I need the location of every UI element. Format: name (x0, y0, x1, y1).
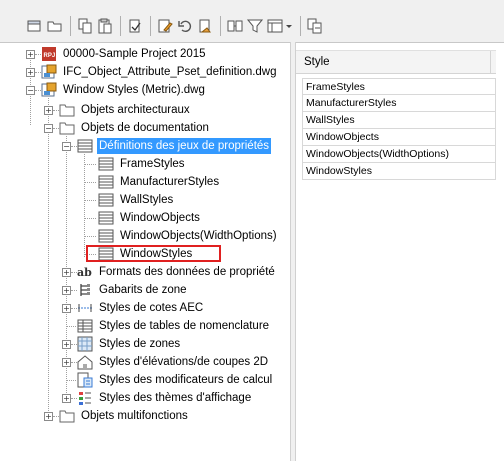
style-tree: + RPJ 00000-Sample Project 2015 + IFC_Ob… (20, 44, 290, 461)
project-label: 00000-Sample Project 2015 (63, 48, 206, 60)
sync-icon[interactable] (306, 17, 324, 35)
edit-style-icon[interactable] (156, 17, 174, 35)
undo-icon[interactable] (176, 17, 194, 35)
project-icon: RPJ (41, 46, 57, 62)
expand-property-formats-icon[interactable]: + (62, 268, 71, 277)
expand-ifc-icon[interactable]: + (26, 68, 35, 77)
list-item[interactable]: ManufacturerStyles (302, 95, 496, 112)
paste-icon[interactable] (96, 17, 114, 35)
section-styles-label: Styles d'élévations/de coupes 2D (99, 356, 269, 368)
property-set-icon (98, 192, 114, 208)
tree-item-calc-modifier-styles[interactable]: Styles des modificateurs de calcul (77, 371, 274, 389)
view-icon[interactable] (266, 17, 294, 35)
zone-templates-label: Gabarits de zone (99, 284, 187, 296)
zone-template-icon (77, 282, 93, 298)
tree-item-property-set-definitions[interactable]: Définitions des jeux de propriétés (77, 137, 272, 155)
tree-item-window-styles-drawing[interactable]: Window Styles (Metric).dwg (41, 81, 207, 99)
windowstyles-highlight (86, 245, 221, 262)
list-item[interactable]: WindowStyles (302, 163, 496, 180)
new-icon[interactable] (26, 17, 44, 35)
open-icon[interactable] (46, 17, 64, 35)
filter-icon[interactable] (246, 17, 264, 35)
schedule-table-icon (77, 318, 93, 334)
expand-section-styles-icon[interactable]: + (62, 358, 71, 367)
drawing-icon (41, 64, 57, 80)
ifc-drawing-label: IFC_Object_Attribute_Pset_definition.dwg (63, 66, 277, 78)
wallstyles-label: WallStyles (120, 194, 174, 206)
copy-icon[interactable] (76, 17, 94, 35)
svg-text:ab: ab (77, 266, 92, 279)
display-theme-icon (77, 390, 93, 406)
expand-project-icon[interactable]: + (26, 50, 35, 59)
tree-item-zone-templates[interactable]: Gabarits de zone (77, 281, 189, 299)
collapse-pset-icon[interactable]: − (62, 142, 71, 151)
tree-item-framestyles[interactable]: FrameStyles (98, 155, 187, 173)
svg-text:RPJ: RPJ (44, 53, 56, 59)
import-icon[interactable] (196, 17, 214, 35)
calc-modifier-icon (77, 372, 93, 388)
list-item[interactable]: FrameStyles (302, 78, 496, 95)
property-set-icon (98, 210, 114, 226)
manufacturerstyles-label: ManufacturerStyles (120, 176, 220, 188)
expand-display-themes-icon[interactable]: + (62, 394, 71, 403)
compare-icon[interactable] (226, 17, 244, 35)
property-set-definitions-label: Définitions des jeux de propriétés (97, 138, 272, 154)
purge-icon[interactable] (126, 17, 144, 35)
property-set-icon (98, 156, 114, 172)
dimension-styles-label: Styles de cotes AEC (99, 302, 204, 314)
tree-item-schedule-table-styles[interactable]: Styles de tables de nomenclature (77, 317, 271, 335)
expand-zone-templates-icon[interactable]: + (62, 286, 71, 295)
list-item[interactable]: WindowObjects (302, 129, 496, 146)
toolbar (0, 0, 504, 43)
section-style-icon (77, 354, 93, 370)
drawing-icon (41, 82, 57, 98)
collapse-window-styles-icon[interactable]: − (26, 86, 35, 95)
expand-arch-objects-icon[interactable]: + (44, 106, 53, 115)
list-item[interactable]: WallStyles (302, 112, 496, 129)
calc-modifier-styles-label: Styles des modificateurs de calcul (99, 374, 273, 386)
style-list-pane: Style FrameStyles ManufacturerStyles Wal… (296, 44, 504, 461)
folder-icon (59, 408, 75, 424)
multi-objects-label: Objets multifonctions (81, 410, 188, 422)
tree-item-project[interactable]: RPJ 00000-Sample Project 2015 (41, 45, 208, 63)
tree-item-arch-objects[interactable]: Objets architecturaux (59, 101, 192, 119)
windowobjects-label: WindowObjects (120, 212, 200, 224)
tree-item-dimension-styles[interactable]: Styles de cotes AEC (77, 299, 205, 317)
tree-item-wallstyles[interactable]: WallStyles (98, 191, 175, 209)
tree-item-zone-styles[interactable]: Styles de zones (77, 335, 182, 353)
window-styles-drawing-label: Window Styles (Metric).dwg (63, 84, 205, 96)
property-formats-label: Formats des données de propriété (99, 266, 275, 278)
property-set-icon (98, 228, 114, 244)
expand-multi-objects-icon[interactable]: + (44, 412, 53, 421)
expand-zone-styles-icon[interactable]: + (62, 340, 71, 349)
folder-open-icon (59, 120, 75, 136)
windowobjects-widthoptions-label: WindowObjects(WidthOptions) (120, 230, 277, 242)
arch-objects-label: Objets architecturaux (81, 104, 190, 116)
property-format-icon: ab (77, 264, 93, 280)
style-column-header-label: Style (304, 56, 330, 68)
property-set-icon (98, 174, 114, 190)
style-column-header[interactable]: Style (296, 50, 496, 74)
tree-item-multi-objects[interactable]: Objets multifonctions (59, 407, 190, 425)
tree-item-doc-objects[interactable]: Objets de documentation (59, 119, 211, 137)
schedule-table-styles-label: Styles de tables de nomenclature (99, 320, 270, 332)
tree-item-windowobjects-widthoptions[interactable]: WindowObjects(WidthOptions) (98, 227, 279, 245)
zone-styles-label: Styles de zones (99, 338, 181, 350)
tree-item-property-formats[interactable]: ab Formats des données de propriété (77, 263, 277, 281)
tree-item-manufacturerstyles[interactable]: ManufacturerStyles (98, 173, 221, 191)
zone-style-icon (77, 336, 93, 352)
dimension-style-icon (77, 300, 93, 316)
folder-icon (59, 102, 75, 118)
doc-objects-label: Objets de documentation (81, 122, 209, 134)
tree-item-display-themes[interactable]: Styles des thèmes d'affichage (77, 389, 253, 407)
property-set-icon (77, 138, 93, 154)
framestyles-label: FrameStyles (120, 158, 185, 170)
tree-item-ifc-drawing[interactable]: IFC_Object_Attribute_Pset_definition.dwg (41, 63, 279, 81)
expand-dimension-styles-icon[interactable]: + (62, 304, 71, 313)
tree-item-windowobjects[interactable]: WindowObjects (98, 209, 202, 227)
tree-item-section-styles[interactable]: Styles d'élévations/de coupes 2D (77, 353, 270, 371)
display-themes-label: Styles des thèmes d'affichage (99, 392, 252, 404)
collapse-doc-objects-icon[interactable]: − (44, 124, 53, 133)
list-item[interactable]: WindowObjects(WidthOptions) (302, 146, 496, 163)
